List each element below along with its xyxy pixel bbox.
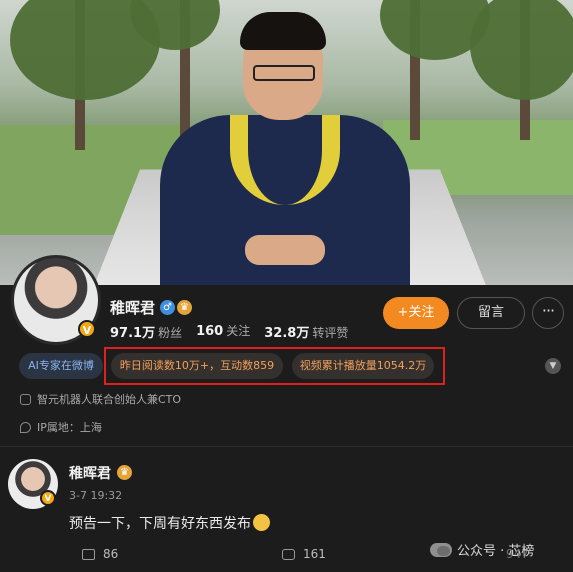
ip-text: IP属地：上海 [37,421,102,434]
ai-expert-tag[interactable]: AI专家在微博 [19,353,103,379]
divider [0,446,573,447]
stat-following[interactable]: 160 关注 [196,322,250,341]
verified-icon: V [40,490,56,506]
crown-icon: ♛ [117,465,132,480]
gender-icon: ♂ [160,300,175,315]
watermark: 公众号 · 芯榜 [430,540,534,559]
bio-row: 智元机器人联合创始人兼CTO [20,391,181,407]
repost-icon [82,548,95,560]
verified-icon: V [78,320,96,338]
repost-action[interactable]: 86 [82,547,118,561]
chevron-down-icon[interactable]: ▼ [545,358,561,374]
cover-foliage [470,0,573,100]
message-button[interactable]: 留言 [457,297,525,329]
bio-text: 智元机器人联合创始人兼CTO [37,393,182,406]
profile-stats: 97.1万 粉丝 160 关注 32.8万 转评赞 [110,322,348,341]
post-author[interactable]: 稚晖君 [69,463,111,483]
shield-icon [20,393,31,405]
comment-icon [282,548,295,560]
stat-engagement: 32.8万 转评赞 [264,326,349,341]
post-time: 3-7 19:32 [69,489,123,502]
post-text: 预告一下，下周有好东西发布 [69,513,270,533]
ip-row: IP属地：上海 [20,419,102,435]
profile-name: 稚晖君 [110,299,156,317]
grin-emoji-icon [253,514,270,531]
wechat-icon [430,542,452,557]
highlight-box [104,347,445,385]
comment-action[interactable]: 161 [282,547,326,561]
crown-icon: ♛ [177,300,192,315]
location-icon [20,421,31,433]
follow-button[interactable]: +关注 [383,297,449,329]
cover-person [160,10,410,285]
cover-photo [0,0,573,285]
stat-fans[interactable]: 97.1万 粉丝 [110,322,182,341]
more-icon[interactable]: ··· [532,297,564,329]
